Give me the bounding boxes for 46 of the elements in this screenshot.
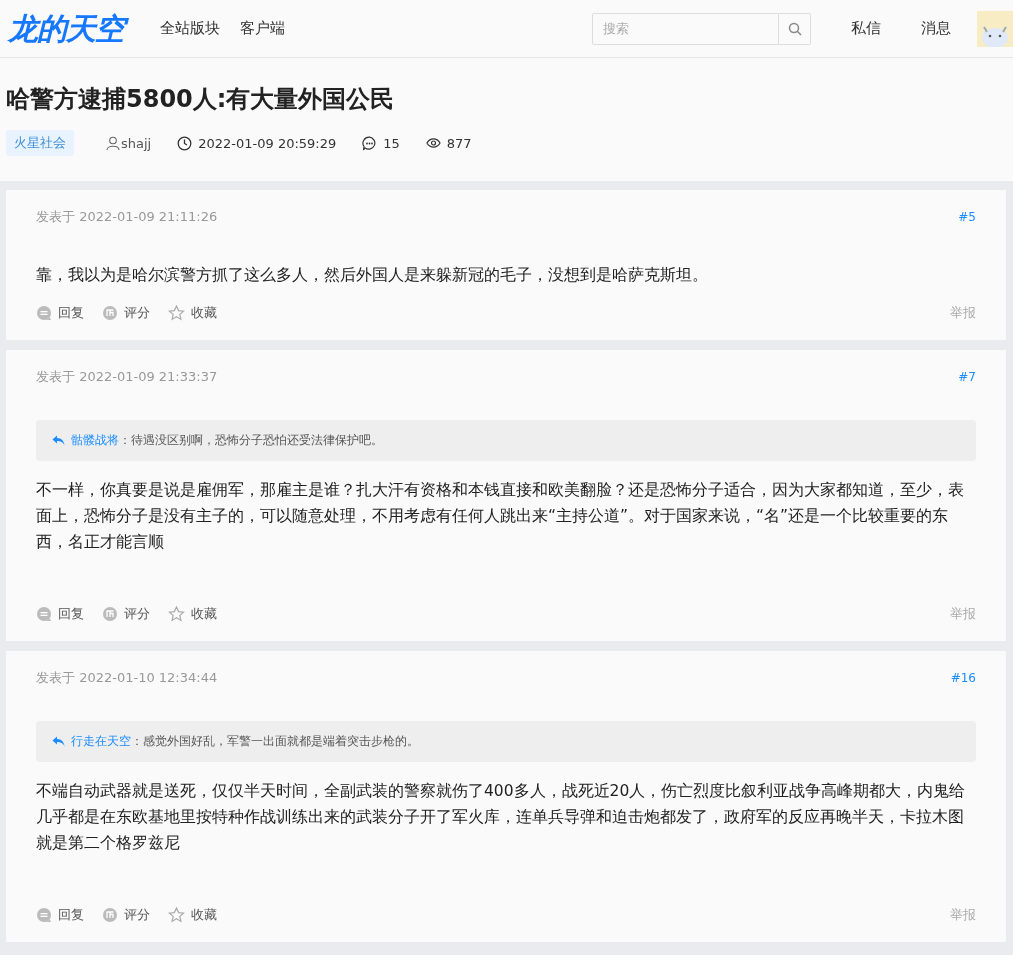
reply-arrow-icon [52, 736, 65, 747]
reply-arrow-icon [52, 435, 65, 446]
thread-title: 哈警方逮捕5800人:有大量外国公民 [6, 84, 396, 114]
post-action[interactable]: 评分 [102, 605, 150, 623]
reply-icon [36, 907, 52, 923]
user-icon [106, 136, 120, 150]
quote-text: ：待遇没区别啊，恐怖分子恐怕还受法律保护吧。 [119, 432, 383, 449]
rate-icon [102, 606, 118, 622]
avatar-icon[interactable] [977, 10, 1013, 47]
author-name: shajj [121, 135, 152, 151]
rate-icon [102, 305, 118, 321]
star-icon [168, 305, 185, 321]
header-link[interactable]: 消息 [921, 19, 951, 38]
quote-text: ：感觉外国好乱，军警一出面就都是端着突击步枪的。 [131, 733, 419, 750]
header-link[interactable]: 私信 [851, 19, 881, 38]
post-action[interactable]: 评分 [102, 304, 150, 322]
site-logo[interactable]: 龙的天空 [6, 8, 130, 49]
rate-icon [102, 907, 118, 923]
search-field[interactable]: 搜索 [592, 12, 779, 45]
search-icon [787, 21, 802, 36]
reply-count: 15 [383, 135, 400, 151]
search-button[interactable] [779, 12, 811, 45]
clock-icon [177, 135, 193, 151]
post-content: 不一样，你真要是说是雇佣军，那雇主是谁？扎大汗有资格和本钱直接和欧美翻脸？还是恐怖分子适合，因为大家都知道，至少，表面上，恐怖分子是没有主子的，可以随意处理，不用考虑有任何人跳出来“主持公道”。对于国家来说，“名”还是一个比较重要的东西，名正才能言顺 [36, 480, 965, 553]
post-time: 发表于 2022-01-09 21:11:26 [36, 208, 218, 226]
star-icon [168, 907, 185, 923]
post-action[interactable]: 回复 [36, 906, 84, 924]
post-action[interactable]: 回复 [36, 605, 84, 623]
nav-link[interactable]: 客户端 [240, 19, 285, 38]
nav-link[interactable]: 全站版块 [160, 19, 220, 38]
post-content: 不端自动武器就是送死，仅仅半天时间，全副武装的警察就伤了400多人，战死近20人，伤亡烈度比叙利亚战争高峰期都大，内鬼给几乎都是在东欧基地里按特种作战训练出来的武装分子开了军火库，连单兵导弹和迫击炮都发了，政府军的反应再晚半天，卡拉木图就是第二个格罗兹尼 [36, 781, 967, 854]
reply-icon [36, 606, 52, 622]
post-time: 发表于 2022-01-10 12:34:44 [36, 669, 218, 687]
star-icon [168, 606, 185, 622]
post-action[interactable]: 收藏 [168, 304, 217, 322]
view-count: 877 [446, 135, 472, 151]
comment-icon [362, 135, 378, 151]
eye-icon [425, 137, 441, 149]
post-action[interactable]: 收藏 [168, 605, 217, 623]
post-action[interactable]: 收藏 [168, 906, 217, 924]
post-action[interactable]: 回复 [36, 304, 84, 322]
post-time: 发表于 2022-01-09 21:33:37 [36, 368, 218, 386]
post-action[interactable]: 评分 [102, 906, 150, 924]
post-time: 2022-01-09 20:59:29 [198, 135, 337, 151]
post-content: 靠，我以为是哈尔滨警方抓了这么多人，然后外国人是来躲新冠的毛子，没想到是哈萨克斯坦。 [36, 265, 709, 286]
reply-icon [36, 305, 52, 321]
